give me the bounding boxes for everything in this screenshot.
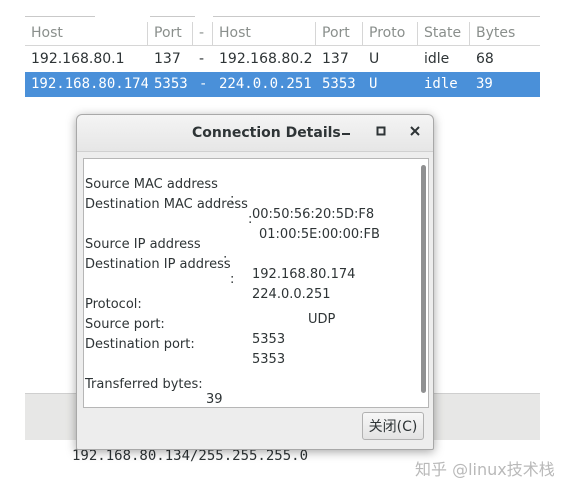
top-edge-segment <box>213 10 540 17</box>
minimize-icon <box>342 133 350 135</box>
cell-bytes: 68 <box>476 51 494 67</box>
header-port-dst[interactable]: Port <box>316 22 363 45</box>
netmask-label: 192.168.80.134/255.255.255.0 <box>72 448 309 464</box>
close-window-button[interactable] <box>404 123 426 143</box>
table-row-selected[interactable]: 192.168.80.174 5353 - 224.0.0.251 5353 U… <box>25 72 540 97</box>
connection-details-dialog: Connection Details Source MAC address : … <box>76 114 434 450</box>
dst-ip-colon: : <box>230 272 235 287</box>
src-mac-value: 00:50:56:20:5D:F8 <box>252 207 375 222</box>
src-port-value: 5353 <box>252 332 286 347</box>
minimize-button[interactable] <box>335 123 357 143</box>
cell-port-dst: 137 <box>322 51 349 67</box>
maximize-button[interactable] <box>370 123 392 143</box>
cell-host-src: 192.168.80.174 <box>31 76 148 92</box>
close-icon <box>410 126 420 136</box>
cell-bytes: 39 <box>476 76 493 92</box>
header-host-dst[interactable]: Host <box>213 22 316 45</box>
header-dash[interactable]: - <box>193 22 213 45</box>
dialog-titlebar[interactable]: Connection Details <box>77 115 433 152</box>
cell-host-src: 192.168.80.1 <box>31 51 125 67</box>
dst-mac-label: Destination MAC address <box>85 197 248 212</box>
table-top-edge <box>25 0 540 18</box>
cell-port-src: 5353 <box>154 76 188 92</box>
dst-ip-label: Destination IP address <box>85 257 231 272</box>
dst-mac-colon: : <box>248 212 253 227</box>
maximize-icon <box>376 126 386 136</box>
header-state[interactable]: State <box>418 22 470 45</box>
vertical-scrollbar[interactable] <box>421 165 426 393</box>
bytes-label: Transferred bytes: <box>85 377 203 392</box>
cell-host-dst: 192.168.80.2 <box>219 51 313 67</box>
protocol-value: UDP <box>308 312 336 327</box>
top-edge-segment <box>150 10 195 17</box>
header-bytes[interactable]: Bytes <box>470 22 540 45</box>
src-ip-value: 192.168.80.174 <box>252 267 356 282</box>
cell-proto: U <box>369 51 380 67</box>
bytes-value: 39 <box>206 392 223 407</box>
cell-dash: - <box>199 76 208 92</box>
header-port-src[interactable]: Port <box>148 22 193 45</box>
cell-state: idle <box>424 76 458 92</box>
bytes-line: Transferred bytes: 39 <box>84 362 223 422</box>
dst-ip-value: 224.0.0.251 <box>252 287 331 302</box>
dst-port-label: Destination port: <box>85 337 195 352</box>
dst-port-value: 5353 <box>252 352 286 367</box>
header-host-src[interactable]: Host <box>25 22 148 45</box>
cell-port-dst: 5353 <box>322 76 356 92</box>
close-button[interactable]: 关闭(C) <box>362 412 424 440</box>
cell-port-src: 137 <box>154 51 181 67</box>
top-edge-segment <box>25 10 95 17</box>
dialog-title: Connection Details <box>192 125 341 141</box>
cell-host-dst: 224.0.0.251 <box>219 76 312 92</box>
cell-state: idle <box>424 51 450 67</box>
cell-proto: U <box>369 76 378 92</box>
header-proto[interactable]: Proto <box>363 22 418 45</box>
table-row[interactable]: 192.168.80.1 137 - 192.168.80.2 137 U id… <box>25 47 540 72</box>
cell-dash: - <box>199 51 205 67</box>
dst-mac-value: 01:00:5E:00:00:FB <box>259 227 380 242</box>
connections-table: Host Port - Host Port Proto State Bytes … <box>25 0 540 100</box>
table-header: Host Port - Host Port Proto State Bytes <box>25 22 540 46</box>
watermark: 知乎 @linux技术栈 <box>415 460 555 479</box>
details-text-area[interactable]: Source MAC address : 00:50:56:20:5D:F8 D… <box>83 158 429 408</box>
